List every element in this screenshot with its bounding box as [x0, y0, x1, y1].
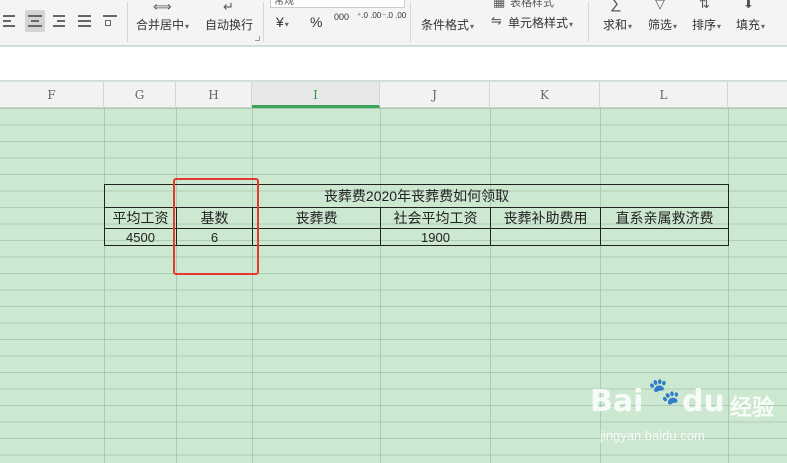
number-format-select[interactable]: 常规	[270, 0, 405, 8]
watermark-brand: Bai	[590, 384, 644, 419]
percent-button[interactable]: %	[310, 14, 322, 30]
fill-button[interactable]: 填充▾	[736, 16, 765, 33]
column-header-h[interactable]: H	[176, 82, 252, 108]
table-style-icon[interactable]: ▦	[493, 0, 505, 9]
column-header-g[interactable]: G	[104, 82, 176, 108]
justify-icon[interactable]	[75, 10, 95, 32]
header-cell[interactable]: 平均工资	[104, 207, 177, 229]
data-cell[interactable]: 4500	[104, 228, 177, 246]
header-cell[interactable]: 直系亲属救济费	[600, 207, 729, 229]
filter-button[interactable]: 筛选▾	[648, 16, 677, 33]
watermark-brand-suffix: du	[682, 384, 725, 419]
column-header-j[interactable]: J	[380, 82, 490, 108]
sum-icon[interactable]: ∑	[610, 0, 621, 12]
data-cell[interactable]: 1900	[380, 228, 491, 246]
header-cell[interactable]: 丧葬费	[252, 207, 381, 229]
column-header-l[interactable]: L	[600, 82, 728, 108]
align-center-icon[interactable]	[25, 10, 45, 32]
thousands-separator-button[interactable]: 000	[334, 12, 349, 22]
merge-center-icon[interactable]: ⟺	[153, 0, 172, 14]
data-cell[interactable]	[600, 228, 729, 246]
increase-decimal-button[interactable]: ⁺.0 .00	[357, 11, 381, 20]
header-cell[interactable]: 丧葬补助费用	[490, 207, 601, 229]
highlight-box	[173, 178, 259, 275]
wrap-text-icon[interactable]: ↵	[223, 0, 234, 14]
formula-bar[interactable]	[0, 47, 787, 81]
spreadsheet-window: ⟺ 合并居中▾ ↵ 自动换行 常规 ¥▾ % 000 ⁺.0 .00 ⁻.0 .…	[0, 0, 787, 463]
column-header-k[interactable]: K	[490, 82, 600, 108]
cell-style-icon[interactable]: ⇋	[491, 14, 502, 28]
fill-icon[interactable]: ⬇	[743, 0, 754, 11]
baidu-jingyan-watermark: Bai 🐾 du 经验 jingyan.baidu.com	[590, 372, 780, 452]
decrease-decimal-button[interactable]: ⁻.0 .00	[382, 11, 406, 20]
header-cell[interactable]: 社会平均工资	[380, 207, 491, 229]
sort-icon[interactable]: ⇅	[699, 0, 710, 11]
ribbon-toolbar: ⟺ 合并居中▾ ↵ 自动换行 常规 ¥▾ % 000 ⁺.0 .00 ⁻.0 .…	[0, 0, 787, 46]
currency-button[interactable]: ¥▾	[276, 14, 289, 30]
align-right-icon[interactable]	[50, 10, 70, 32]
watermark-cn: 经验	[730, 395, 775, 420]
cell-style-button[interactable]: 单元格样式▾	[508, 14, 573, 31]
filter-icon[interactable]: ▽	[655, 0, 665, 11]
column-header-f[interactable]: F	[0, 82, 104, 108]
auto-wrap-button[interactable]: 自动换行	[205, 16, 253, 33]
data-cell[interactable]	[252, 228, 381, 246]
data-cell[interactable]	[490, 228, 601, 246]
table-style-button[interactable]: 表格样式	[510, 0, 554, 10]
align-left-icon[interactable]	[0, 10, 20, 32]
alignment-dialog-launcher-icon[interactable]	[255, 36, 260, 41]
distributed-align-icon[interactable]	[100, 10, 120, 32]
sum-button[interactable]: 求和▾	[603, 16, 632, 33]
paw-icon: 🐾	[648, 376, 681, 406]
column-header-i[interactable]: I	[252, 82, 380, 108]
conditional-format-button[interactable]: 条件格式▾	[421, 16, 474, 33]
watermark-url: jingyan.baidu.com	[600, 428, 705, 443]
sort-button[interactable]: 排序▾	[692, 16, 721, 33]
merge-center-button[interactable]: 合并居中▾	[136, 16, 189, 33]
column-header-row: F G H I J K L	[0, 82, 787, 108]
